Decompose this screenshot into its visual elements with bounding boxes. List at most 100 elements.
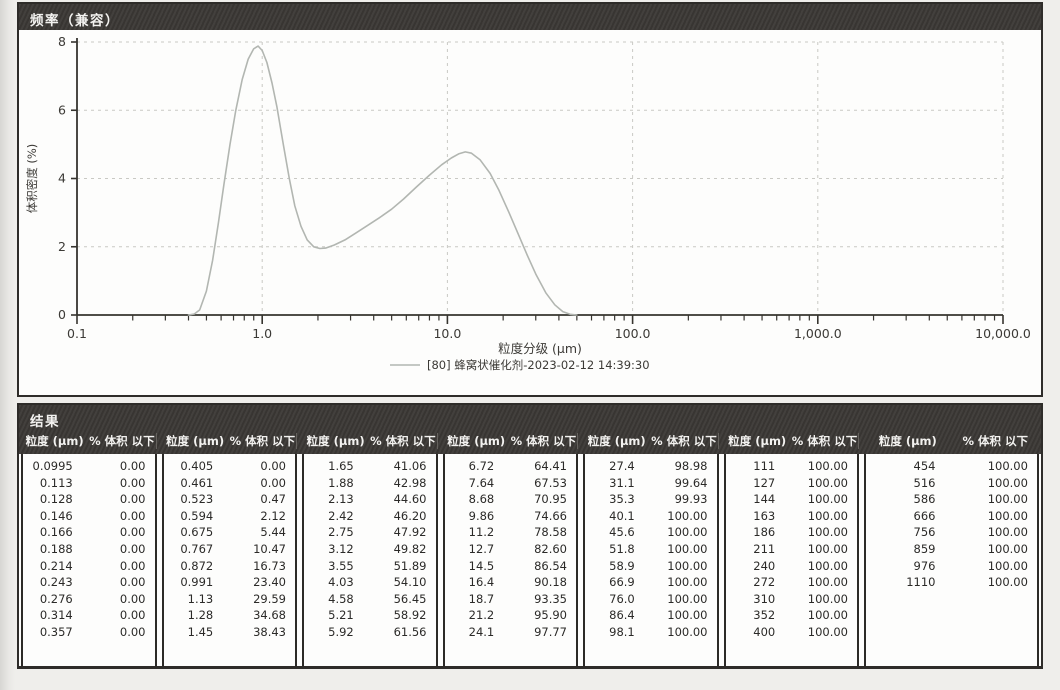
- pct-cell: 34.68: [229, 607, 295, 624]
- table-group: 6.7264.417.6467.538.6870.959.8674.6611.2…: [443, 454, 579, 667]
- table-row: 144100.00: [726, 491, 858, 508]
- pct-cell: 95.90: [510, 607, 576, 624]
- table-row: 516100.00: [866, 475, 1037, 492]
- size-cell: 586: [866, 491, 951, 508]
- x-tick-label: 100.0: [615, 326, 651, 341]
- size-col-header: 粒度 (μm): [302, 433, 369, 449]
- pct-col-header: % 体积 以下: [88, 433, 155, 449]
- size-cell: 98.1: [585, 624, 651, 641]
- table-row: 0.5942.12: [164, 508, 296, 525]
- size-cell: 666: [866, 508, 951, 525]
- y-tick-label: 4: [58, 171, 66, 186]
- table-row: 2.1344.60: [304, 491, 436, 508]
- table-row: 24.197.77: [445, 624, 577, 641]
- col-header-group: 粒度 (μm)% 体积 以下: [583, 433, 719, 449]
- pct-cell: 100.00: [651, 624, 717, 641]
- pct-cell: 38.43: [229, 624, 295, 641]
- x-tick-label: 10,000.0: [975, 326, 1031, 341]
- table-row: 127100.00: [726, 475, 858, 492]
- table-row: 76.0100.00: [585, 591, 717, 608]
- frequency-chart: 024680.11.010.0100.01,000.010,000.0粒度分级 …: [19, 30, 1041, 393]
- pct-cell: 0.00: [89, 541, 155, 558]
- table-row: 0.1130.00: [23, 475, 155, 492]
- table-row: 2.4246.20: [304, 508, 436, 525]
- pct-cell: 100.00: [791, 624, 857, 641]
- size-cell: 1.13: [164, 591, 230, 608]
- size-cell: 5.21: [304, 607, 370, 624]
- pct-cell: 0.00: [89, 524, 155, 541]
- table-row: 666100.00: [866, 508, 1037, 525]
- pct-cell: 58.92: [370, 607, 436, 624]
- x-tick-label: 0.1: [67, 326, 87, 341]
- size-cell: 756: [866, 524, 951, 541]
- table-row: 98.1100.00: [585, 624, 717, 641]
- size-cell: 0.188: [23, 541, 89, 558]
- pct-cell: 100.00: [791, 524, 857, 541]
- table-row: 186100.00: [726, 524, 858, 541]
- size-cell: 400: [726, 624, 792, 641]
- size-cell: 21.2: [445, 607, 511, 624]
- pct-col-header: % 体积 以下: [510, 433, 577, 449]
- pct-cell: 0.00: [89, 624, 155, 641]
- pct-cell: 0.47: [229, 491, 295, 508]
- size-cell: 5.92: [304, 624, 370, 641]
- size-cell: 0.461: [164, 475, 230, 492]
- size-cell: 163: [726, 508, 792, 525]
- size-cell: 3.55: [304, 558, 370, 575]
- pct-cell: 46.20: [370, 508, 436, 525]
- pct-cell: 0.00: [89, 508, 155, 525]
- size-cell: 0.405: [164, 458, 230, 475]
- table-row: 0.09950.00: [23, 458, 155, 475]
- pct-cell: 16.73: [229, 558, 295, 575]
- pct-cell: 100.00: [651, 591, 717, 608]
- col-header-group: 粒度 (μm)% 体积 以下: [302, 433, 438, 449]
- table-row: 0.87216.73: [164, 558, 296, 575]
- y-axis-title: 体积密度 (%): [25, 144, 39, 214]
- table-row: 272100.00: [726, 574, 858, 591]
- pct-cell: 82.60: [510, 541, 576, 558]
- table-row: 400100.00: [726, 624, 858, 641]
- table-row: 1.1329.59: [164, 591, 296, 608]
- size-cell: 3.12: [304, 541, 370, 558]
- table-row: 7.6467.53: [445, 475, 577, 492]
- size-col-header: 粒度 (μm): [583, 433, 650, 449]
- table-row: 0.1280.00: [23, 491, 155, 508]
- chart-panel-title: 频率（兼容）: [19, 4, 1041, 30]
- table-row: 0.3570.00: [23, 624, 155, 641]
- results-header: 结果 粒度 (μm)% 体积 以下粒度 (μm)% 体积 以下粒度 (μm)% …: [19, 405, 1041, 454]
- pct-cell: 99.93: [651, 491, 717, 508]
- pct-col-header: % 体积 以下: [650, 433, 717, 449]
- table-row: 86.4100.00: [585, 607, 717, 624]
- pct-cell: 23.40: [229, 574, 295, 591]
- pct-cell: 100.00: [791, 607, 857, 624]
- size-cell: 240: [726, 558, 792, 575]
- pct-cell: 100.00: [791, 591, 857, 608]
- pct-cell: 0.00: [229, 475, 295, 492]
- table-row: 18.793.35: [445, 591, 577, 608]
- table-row: 0.2140.00: [23, 558, 155, 575]
- size-cell: 2.42: [304, 508, 370, 525]
- pct-cell: 29.59: [229, 591, 295, 608]
- table-row: 0.3140.00: [23, 607, 155, 624]
- pct-cell: 100.00: [791, 475, 857, 492]
- size-col-header: 粒度 (μm): [21, 433, 88, 449]
- y-tick-label: 6: [58, 102, 66, 117]
- size-cell: 144: [726, 491, 792, 508]
- table-row: 1110100.00: [866, 574, 1037, 591]
- table-row: 4.0354.10: [304, 574, 436, 591]
- pct-cell: 99.64: [651, 475, 717, 492]
- table-row: 310100.00: [726, 591, 858, 608]
- table-row: 0.4050.00: [164, 458, 296, 475]
- pct-cell: 100.00: [651, 508, 717, 525]
- size-cell: 14.5: [445, 558, 511, 575]
- size-cell: 9.86: [445, 508, 511, 525]
- pct-cell: 100.00: [791, 491, 857, 508]
- table-row: 12.782.60: [445, 541, 577, 558]
- pct-cell: 0.00: [89, 558, 155, 575]
- size-cell: 7.64: [445, 475, 511, 492]
- size-cell: 2.13: [304, 491, 370, 508]
- size-cell: 6.72: [445, 458, 511, 475]
- pct-cell: 70.95: [510, 491, 576, 508]
- size-cell: 8.68: [445, 491, 511, 508]
- pct-col-header: % 体积 以下: [952, 433, 1039, 449]
